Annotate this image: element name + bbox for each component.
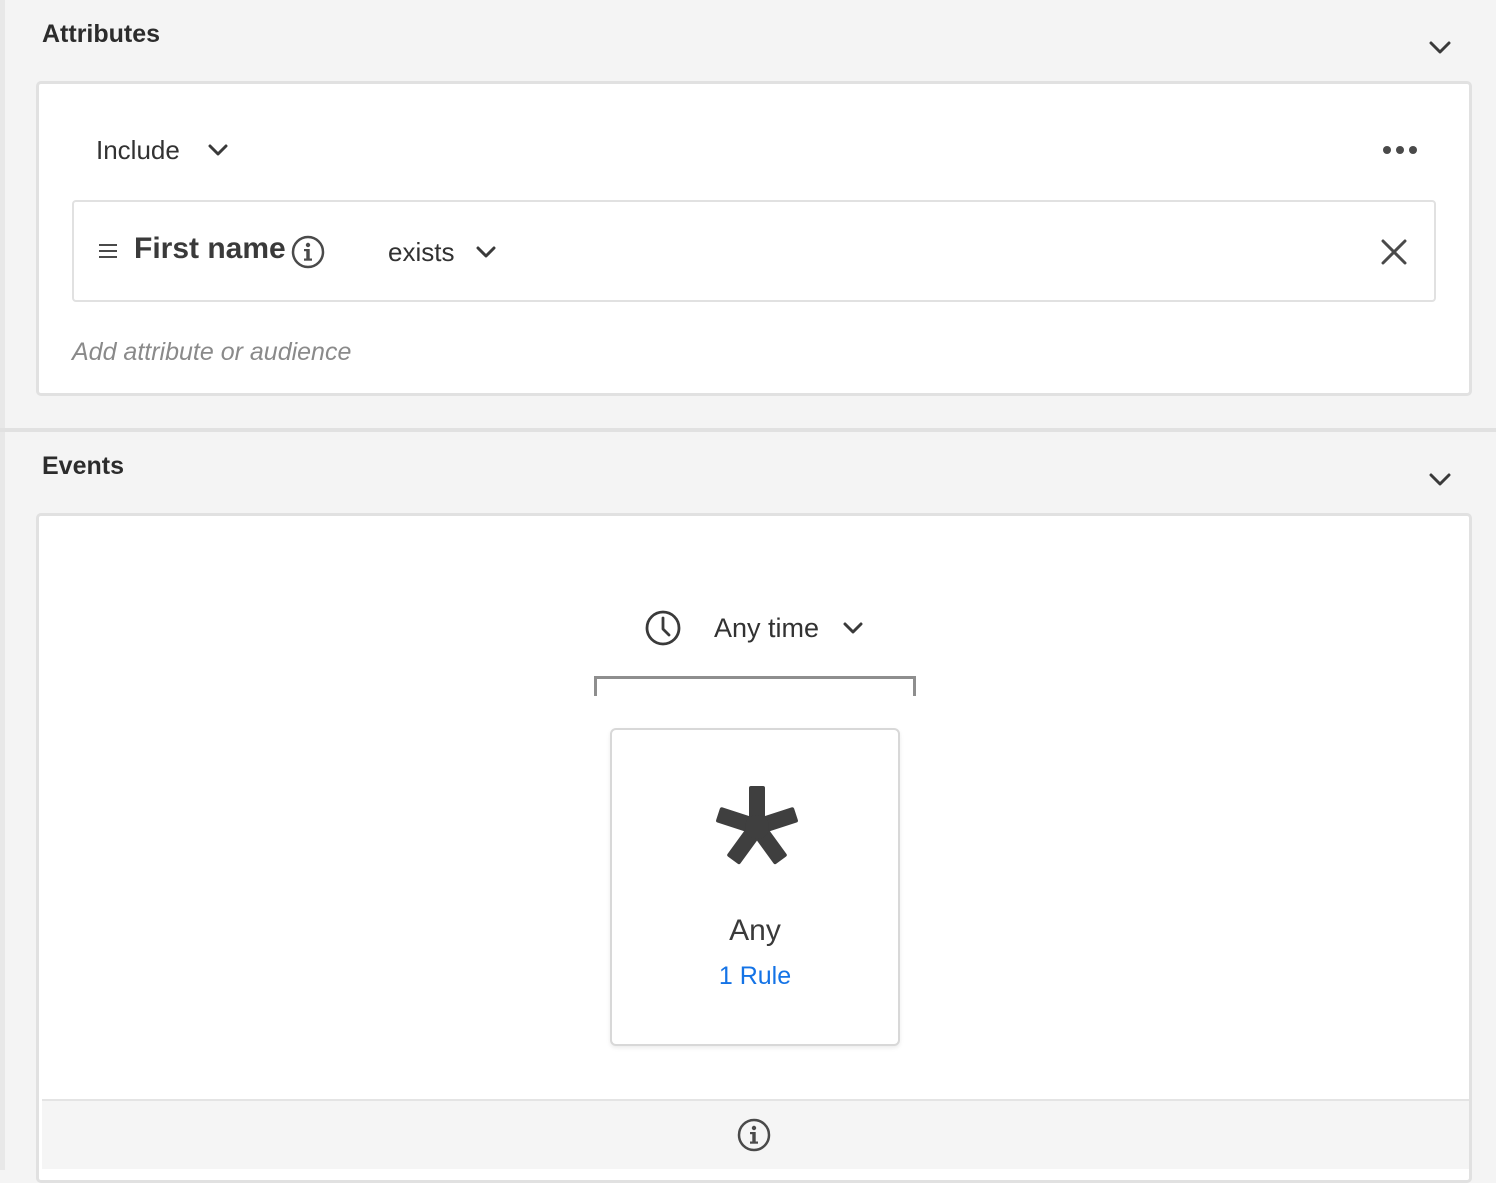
- event-card-any[interactable]: Any 1 Rule: [610, 728, 900, 1046]
- asterisk-icon: [716, 786, 798, 865]
- chevron-down-icon: [1429, 473, 1451, 486]
- left-rail: [0, 0, 5, 1170]
- chevron-down-icon: [1429, 41, 1451, 54]
- remove-rule-button[interactable]: [1376, 234, 1412, 270]
- include-dropdown[interactable]: Include: [96, 130, 228, 170]
- time-range-dropdown[interactable]: Any time: [644, 608, 863, 648]
- operator-label: exists: [388, 236, 455, 267]
- event-card-title: Any: [729, 914, 781, 947]
- include-label: Include: [96, 134, 180, 165]
- attributes-collapse-button[interactable]: [1425, 33, 1455, 63]
- attribute-field-name: First name: [134, 232, 286, 265]
- attribute-rule-row: First name exists: [72, 200, 1436, 302]
- event-bracket: [594, 676, 916, 696]
- chevron-down-icon: [208, 144, 228, 155]
- info-icon[interactable]: [290, 234, 326, 270]
- chevron-down-icon: [476, 246, 496, 257]
- time-range-label: Any time: [714, 612, 820, 643]
- events-section-title: Events: [42, 452, 124, 480]
- more-actions-button[interactable]: [1380, 135, 1420, 165]
- section-divider: [0, 428, 1496, 432]
- more-horizontal-icon: [1383, 146, 1417, 154]
- info-icon[interactable]: [736, 1117, 772, 1153]
- events-footer-bar: [42, 1099, 1469, 1169]
- drag-handle-icon[interactable]: [96, 240, 120, 264]
- attributes-section-title: Attributes: [42, 20, 161, 48]
- clock-icon: [645, 610, 681, 646]
- operator-dropdown[interactable]: exists: [388, 232, 496, 272]
- close-icon: [1381, 239, 1407, 265]
- chevron-down-icon: [843, 622, 863, 633]
- events-collapse-button[interactable]: [1425, 465, 1455, 495]
- add-attribute-input[interactable]: Add attribute or audience: [72, 338, 351, 367]
- event-rule-count-link[interactable]: 1 Rule: [612, 962, 898, 991]
